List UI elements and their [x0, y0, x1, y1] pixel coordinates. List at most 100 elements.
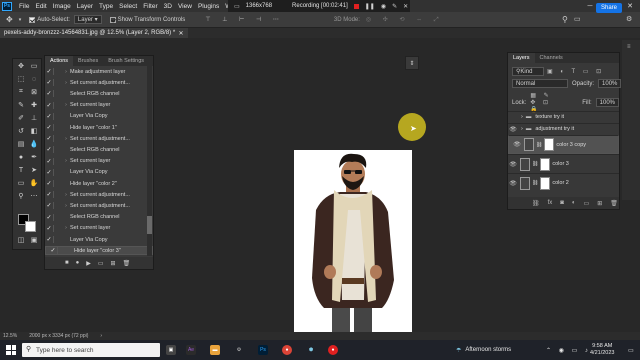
- expand-icon[interactable]: ›: [62, 203, 70, 209]
- pen-icon[interactable]: ✎: [392, 3, 397, 10]
- close-recording-icon[interactable]: ✕: [403, 3, 408, 10]
- eyedropper-icon[interactable]: ✎: [16, 100, 26, 110]
- menu-item[interactable]: Filter: [140, 3, 160, 10]
- new-set-icon[interactable]: ▭: [98, 260, 104, 267]
- pen-tool-icon[interactable]: ✒: [29, 152, 39, 162]
- share-button[interactable]: Share: [596, 3, 622, 13]
- move-tool-icon[interactable]: ✥: [6, 15, 13, 24]
- dialog-toggle[interactable]: [53, 68, 60, 76]
- link-icon[interactable]: ⛓: [532, 200, 540, 207]
- expand-icon[interactable]: ›: [62, 225, 70, 231]
- layer-row[interactable]: 👁 ⛓ color 3: [508, 154, 619, 173]
- folder-expand-icon[interactable]: ›: [521, 114, 523, 120]
- panel-menu-icon[interactable]: ≡: [627, 44, 631, 50]
- check-icon[interactable]: ✓: [45, 90, 53, 97]
- layer-row[interactable]: › ▬ texture try it: [508, 111, 619, 122]
- search-icon[interactable]: ⚲: [562, 15, 568, 24]
- dialog-toggle[interactable]: [53, 79, 60, 87]
- check-icon[interactable]: ✓: [45, 236, 53, 243]
- expand-icon[interactable]: ›: [62, 69, 70, 75]
- check-icon[interactable]: ✓: [45, 79, 53, 86]
- visibility-eye-icon[interactable]: 👁: [508, 126, 518, 133]
- move-icon[interactable]: ✥: [16, 61, 26, 71]
- menu-item[interactable]: 3D: [161, 3, 175, 10]
- gradient-icon[interactable]: ▤: [16, 139, 26, 149]
- layers-tab[interactable]: Layers: [508, 53, 535, 63]
- action-item[interactable]: ✓ Layer Via Copy: [45, 168, 153, 177]
- dialog-toggle[interactable]: [53, 191, 60, 199]
- chrome-icon[interactable]: ●: [282, 345, 292, 355]
- menu-item[interactable]: Image: [50, 3, 74, 10]
- action-item[interactable]: ✓ Hide layer "color 1": [45, 123, 153, 132]
- mask-link-icon[interactable]: ⛓: [536, 142, 542, 148]
- dialog-toggle[interactable]: [53, 101, 60, 109]
- stop-recording-icon[interactable]: [353, 3, 359, 9]
- 3d-mode-icons[interactable]: ◎ ✣ ⟲ ⇔ ⤢: [366, 16, 444, 24]
- expand-icon[interactable]: ›: [62, 80, 70, 86]
- kind-filter-dropdown[interactable]: ⚲ Kind: [512, 67, 544, 76]
- stop-icon[interactable]: ■: [65, 260, 69, 266]
- check-icon[interactable]: ✓: [45, 180, 53, 187]
- check-icon[interactable]: ✓: [45, 113, 53, 120]
- layer-row[interactable]: 👁 ⛓ color 3 copy: [508, 135, 619, 154]
- new-action-icon[interactable]: ⊞: [111, 260, 116, 267]
- dialog-toggle[interactable]: [53, 224, 60, 232]
- action-item[interactable]: ✓ › Set current adjustment...: [45, 201, 153, 210]
- workspace-icon[interactable]: ▭: [574, 15, 581, 23]
- action-item[interactable]: ✓ › Set current layer: [45, 224, 153, 233]
- path-select-icon[interactable]: ➤: [29, 165, 39, 175]
- adjustment-icon[interactable]: ◐: [572, 200, 576, 206]
- blend-mode-dropdown[interactable]: Normal: [512, 79, 568, 88]
- system-tray-icons[interactable]: ⌃ ◉ ▭ ♪: [546, 340, 591, 360]
- check-icon[interactable]: ✓: [45, 214, 53, 221]
- dialog-toggle[interactable]: [57, 247, 64, 255]
- expand-icon[interactable]: ›: [62, 192, 70, 198]
- play-icon[interactable]: ▶: [86, 260, 91, 267]
- eraser-icon[interactable]: ◧: [29, 126, 39, 136]
- check-icon[interactable]: ✓: [45, 225, 53, 232]
- task-view-icon[interactable]: ▣: [166, 345, 176, 355]
- frame-icon[interactable]: ⊠: [29, 87, 39, 97]
- action-item[interactable]: ✓ › Set current adjustment...: [45, 190, 153, 199]
- taskbar-search-input[interactable]: ⚲ Type here to search: [22, 343, 160, 357]
- document-tab[interactable]: pexels-addy-bronzzz-14564831.jpg @ 12.5%…: [0, 28, 188, 38]
- blur-icon[interactable]: 💧: [29, 139, 39, 149]
- lock-icons[interactable]: ▦ ✎ ✥ ⊡ 🔒: [530, 92, 564, 113]
- folder-expand-icon[interactable]: ›: [521, 126, 523, 132]
- action-item[interactable]: ✓ › Set current layer: [45, 101, 153, 110]
- rectangle-icon[interactable]: ▭: [16, 178, 26, 188]
- auto-select-checkbox[interactable]: [29, 16, 36, 23]
- settings-icon[interactable]: ⚙: [626, 15, 632, 23]
- adjustment-thumbnail[interactable]: [520, 176, 530, 190]
- close-window-icon[interactable]: ✕: [620, 0, 640, 12]
- layer-mask-thumbnail[interactable]: [540, 157, 551, 171]
- adjustment-thumbnail[interactable]: [524, 138, 534, 151]
- expand-icon[interactable]: ›: [62, 136, 70, 142]
- dialog-toggle[interactable]: [53, 168, 60, 176]
- opacity-input[interactable]: 100%: [598, 79, 622, 88]
- zoom-icon[interactable]: ⚲: [16, 191, 26, 201]
- marquee-icon[interactable]: ⬚: [16, 74, 26, 84]
- actions-scrollbar[interactable]: [147, 66, 152, 256]
- menu-item[interactable]: File: [16, 3, 32, 10]
- expand-icon[interactable]: ›: [62, 158, 70, 164]
- action-item[interactable]: ✓ Layer Via Copy: [45, 112, 153, 121]
- dialog-toggle[interactable]: [53, 135, 60, 143]
- check-icon[interactable]: ✓: [45, 68, 53, 75]
- align-icons[interactable]: ⊤ ⊥ ⊢ ⊣ ⋯: [205, 16, 284, 23]
- history-brush-icon[interactable]: ↺: [16, 126, 26, 136]
- layer-mask-thumbnail[interactable]: [540, 176, 551, 190]
- layer-row[interactable]: 👁 ⛓ color 2: [508, 173, 619, 192]
- dialog-toggle[interactable]: [53, 112, 60, 120]
- check-icon[interactable]: ✓: [45, 102, 53, 109]
- background-color-swatch[interactable]: [25, 221, 36, 232]
- dialog-toggle[interactable]: [53, 157, 60, 165]
- type-icon[interactable]: T: [16, 165, 26, 175]
- menu-item[interactable]: Select: [116, 3, 140, 10]
- windows-start-icon[interactable]: [6, 345, 16, 355]
- expand-panel-icon[interactable]: ⇕: [405, 56, 419, 70]
- scrollbar-thumb[interactable]: [147, 216, 152, 234]
- visibility-eye-icon[interactable]: 👁: [508, 180, 518, 187]
- action-item[interactable]: ✓ Select RGB channel: [45, 145, 153, 154]
- app-icon[interactable]: ⚙: [234, 345, 244, 355]
